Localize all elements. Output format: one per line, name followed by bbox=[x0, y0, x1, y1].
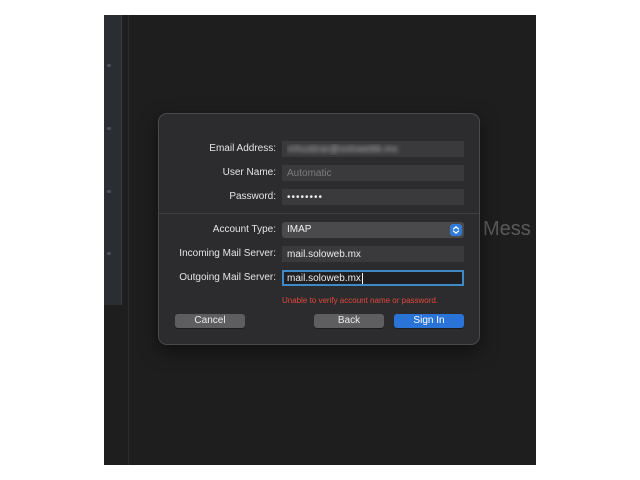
mail-app-window: Mess Email Address: User Name: Password:… bbox=[104, 15, 536, 465]
pane-divider bbox=[128, 15, 129, 465]
back-button[interactable]: Back bbox=[314, 314, 384, 328]
chevron-updown-icon bbox=[450, 224, 462, 236]
outgoing-server-row: Outgoing Mail Server: mail.soloweb.mx bbox=[159, 270, 479, 288]
email-label: Email Address: bbox=[209, 143, 276, 154]
account-type-label: Account Type: bbox=[212, 224, 276, 235]
cancel-button[interactable]: Cancel bbox=[175, 314, 245, 328]
outgoing-server-label: Outgoing Mail Server: bbox=[179, 272, 276, 283]
username-field[interactable] bbox=[282, 165, 464, 181]
username-row: User Name: bbox=[159, 165, 479, 183]
sidebar-mark bbox=[107, 252, 111, 255]
text-caret bbox=[361, 272, 363, 284]
password-field[interactable]: •••••••• bbox=[282, 189, 464, 205]
sidebar-mark bbox=[107, 190, 111, 193]
incoming-server-row: Incoming Mail Server: mail.soloweb.mx bbox=[159, 246, 479, 264]
no-message-placeholder-text: Mess bbox=[483, 218, 531, 240]
sidebar-mark bbox=[107, 127, 111, 130]
email-field[interactable] bbox=[282, 141, 464, 157]
password-label: Password: bbox=[229, 191, 276, 202]
sidebar bbox=[104, 15, 122, 305]
outgoing-server-value: mail.soloweb.mx bbox=[287, 273, 361, 284]
sign-in-button[interactable]: Sign In bbox=[394, 314, 464, 328]
sidebar-mark bbox=[107, 64, 111, 67]
error-message: Unable to verify account name or passwor… bbox=[282, 296, 439, 305]
incoming-server-field[interactable]: mail.soloweb.mx bbox=[282, 246, 464, 262]
account-type-row: Account Type: IMAP bbox=[159, 222, 479, 240]
account-type-value: IMAP bbox=[287, 224, 312, 235]
username-label: User Name: bbox=[222, 167, 276, 178]
outgoing-server-field[interactable]: mail.soloweb.mx bbox=[282, 270, 464, 286]
account-setup-sheet: Email Address: User Name: Password: ••••… bbox=[158, 113, 480, 345]
password-row: Password: •••••••• bbox=[159, 189, 479, 207]
email-row: Email Address: bbox=[159, 141, 479, 159]
incoming-server-label: Incoming Mail Server: bbox=[179, 248, 276, 259]
section-divider bbox=[159, 213, 479, 214]
account-type-select[interactable]: IMAP bbox=[282, 222, 464, 238]
